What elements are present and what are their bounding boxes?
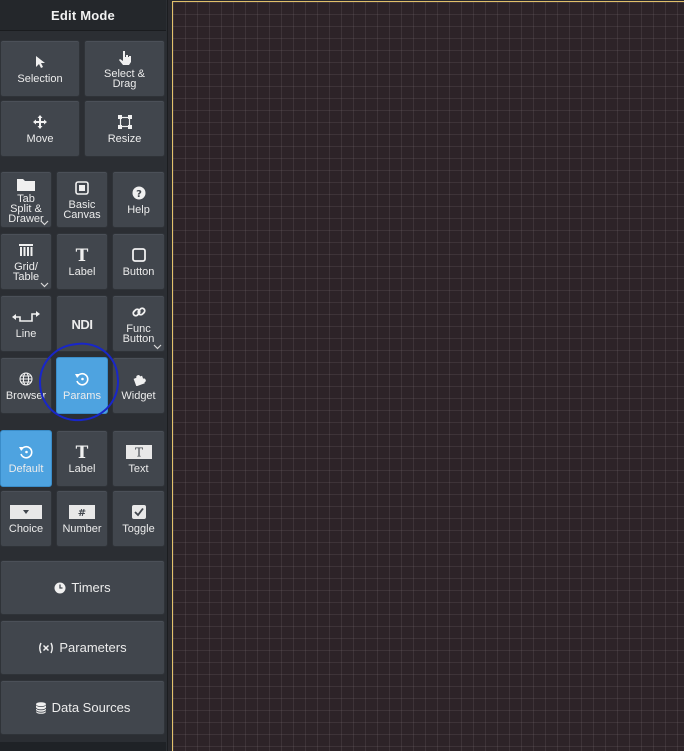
parameters-label: Parameters (59, 640, 127, 655)
resize-frame-icon (117, 113, 132, 131)
svg-text:#: # (78, 508, 86, 519)
default-param-label: Default (8, 463, 44, 475)
ndi-widget-button[interactable]: NDI (56, 295, 108, 352)
chevron-down-icon (40, 220, 49, 226)
label-param-label: Label (68, 463, 96, 475)
params-label: Params (63, 390, 101, 402)
timers-label: Timers (71, 580, 111, 595)
sidebar-header: Edit Mode (0, 0, 166, 31)
clock-icon (54, 582, 66, 594)
select-drag-mode-button[interactable]: Select & Drag (84, 40, 165, 97)
selection-label: Selection (17, 73, 63, 85)
sidebar-footer-strip (0, 742, 166, 751)
selection-mode-button[interactable]: Selection (0, 40, 80, 97)
resize-mode-button[interactable]: Resize (84, 100, 165, 157)
number-param-button[interactable]: # Number (56, 490, 108, 547)
text-param-label: Text (128, 463, 149, 475)
tab-split-drawer-label: Tab Split & Drawer (8, 193, 44, 225)
svg-text:T: T (76, 444, 89, 460)
resize-label: Resize (107, 133, 142, 145)
canvas-square-icon (75, 179, 89, 197)
help-widget-button[interactable]: ? Help (112, 171, 165, 228)
number-box-icon: # (69, 503, 95, 521)
table-grid-icon (19, 241, 33, 259)
cursor-arrow-icon (34, 53, 46, 71)
checkbox-checked-icon (131, 503, 146, 521)
widget-button[interactable]: Widget (112, 357, 165, 414)
edit-canvas[interactable] (172, 1, 684, 751)
text-t-icon: T (74, 246, 90, 264)
select-drag-label: Select & Drag (104, 68, 145, 90)
database-icon (35, 701, 47, 714)
dropdown-box-icon (10, 503, 42, 521)
text-param-button[interactable]: T Text (112, 430, 165, 487)
folder-icon (17, 175, 35, 193)
toggle-param-label: Toggle (122, 523, 155, 535)
basic-canvas-button[interactable]: Basic Canvas (56, 171, 108, 228)
choice-param-label: Choice (8, 523, 44, 535)
widget-label: Widget (121, 390, 156, 402)
grid-table-button[interactable]: Grid/ Table (0, 233, 52, 290)
button-widget-label: Button (122, 266, 155, 278)
globe-icon (19, 370, 33, 388)
chevron-down-icon (153, 344, 162, 350)
choice-param-button[interactable]: Choice (0, 490, 52, 547)
chevron-down-icon (40, 282, 49, 288)
question-circle-icon: ? (132, 184, 146, 202)
text-box-icon: T (125, 443, 152, 461)
history-reset-icon (74, 370, 90, 388)
line-widget-label: Line (15, 328, 37, 340)
hand-pointer-icon (118, 48, 132, 66)
tab-split-drawer-button[interactable]: Tab Split & Drawer (0, 171, 52, 228)
timers-panel-button[interactable]: Timers (0, 560, 165, 615)
move-arrows-icon (33, 113, 47, 131)
parameters-panel-button[interactable]: Parameters (0, 620, 165, 675)
data-sources-label: Data Sources (51, 700, 131, 715)
basic-canvas-label: Basic Canvas (63, 199, 101, 221)
func-button-widget-button[interactable]: Func Button (112, 295, 165, 352)
label-param-button[interactable]: T Label (56, 430, 108, 487)
toggle-param-button[interactable]: Toggle (112, 490, 165, 547)
grid-table-label: Grid/ Table (12, 261, 40, 283)
function-x-icon (38, 642, 54, 654)
link-chain-icon (131, 303, 146, 321)
text-t-icon: T (74, 443, 90, 461)
browser-widget-button[interactable]: Browser (0, 357, 52, 414)
ndi-label: NDI (71, 316, 93, 332)
move-mode-button[interactable]: Move (0, 100, 80, 157)
svg-text:?: ? (136, 189, 142, 200)
svg-text:T: T (134, 446, 142, 460)
default-param-button[interactable]: Default (0, 430, 52, 487)
edit-mode-sidebar: Edit Mode Selection Select & Drag Move R… (0, 0, 168, 751)
square-outline-icon (131, 246, 146, 264)
button-widget-button[interactable]: Button (112, 233, 165, 290)
browser-label: Browser (5, 390, 47, 402)
number-param-label: Number (62, 523, 102, 535)
func-button-label: Func Button (122, 323, 155, 345)
svg-text:T: T (76, 247, 89, 263)
params-widget-button[interactable]: Params (56, 357, 108, 414)
move-label: Move (26, 133, 54, 145)
connector-line-icon (12, 308, 40, 326)
data-sources-panel-button[interactable]: Data Sources (0, 680, 165, 735)
line-widget-button[interactable]: Line (0, 295, 52, 352)
puzzle-piece-icon (132, 370, 146, 388)
history-reset-icon (18, 443, 34, 461)
label-widget-label: Label (68, 266, 96, 278)
label-widget-button[interactable]: T Label (56, 233, 108, 290)
help-label: Help (127, 204, 150, 216)
